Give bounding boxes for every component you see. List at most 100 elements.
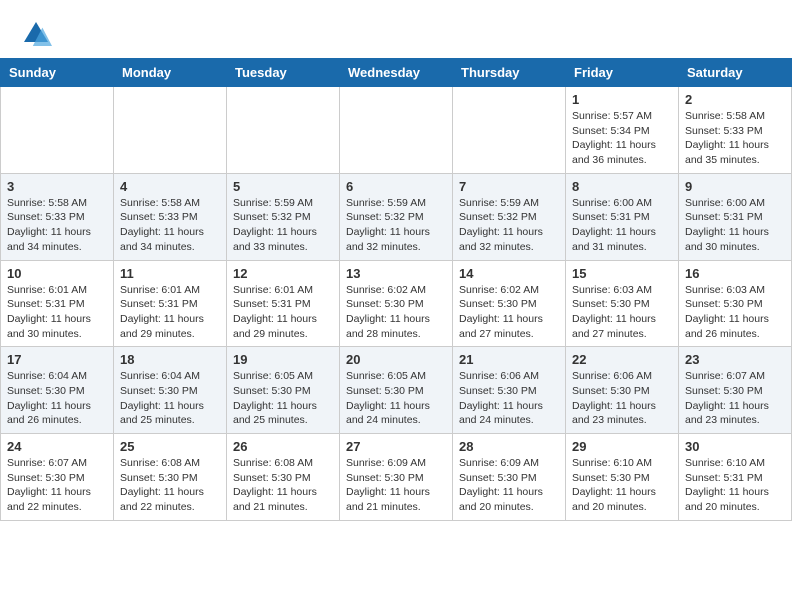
day-info: Sunrise: 6:08 AMSunset: 5:30 PMDaylight:… bbox=[233, 456, 333, 515]
calendar-week-row: 1 Sunrise: 5:57 AMSunset: 5:34 PMDaylight… bbox=[1, 87, 792, 174]
calendar-cell: 3 Sunrise: 5:58 AMSunset: 5:33 PMDaylight… bbox=[1, 173, 114, 260]
day-info: Sunrise: 6:01 AMSunset: 5:31 PMDaylight:… bbox=[7, 283, 107, 342]
day-number: 22 bbox=[572, 352, 672, 367]
day-info: Sunrise: 6:04 AMSunset: 5:30 PMDaylight:… bbox=[7, 369, 107, 428]
calendar-cell: 13 Sunrise: 6:02 AMSunset: 5:30 PMDayligh… bbox=[340, 260, 453, 347]
day-number: 27 bbox=[346, 439, 446, 454]
calendar-cell bbox=[114, 87, 227, 174]
day-info: Sunrise: 5:59 AMSunset: 5:32 PMDaylight:… bbox=[233, 196, 333, 255]
calendar-cell: 7 Sunrise: 5:59 AMSunset: 5:32 PMDaylight… bbox=[453, 173, 566, 260]
calendar-week-row: 17 Sunrise: 6:04 AMSunset: 5:30 PMDayligh… bbox=[1, 347, 792, 434]
calendar-cell: 14 Sunrise: 6:02 AMSunset: 5:30 PMDayligh… bbox=[453, 260, 566, 347]
calendar-cell bbox=[340, 87, 453, 174]
calendar-cell: 20 Sunrise: 6:05 AMSunset: 5:30 PMDayligh… bbox=[340, 347, 453, 434]
day-number: 7 bbox=[459, 179, 559, 194]
day-info: Sunrise: 6:03 AMSunset: 5:30 PMDaylight:… bbox=[572, 283, 672, 342]
day-number: 21 bbox=[459, 352, 559, 367]
calendar-cell: 6Sunrise: 5:59 AMSunset: 5:32 PMDaylight… bbox=[340, 173, 453, 260]
day-info: Sunrise: 5:59 AMSunset: 5:32 PMDaylight:… bbox=[459, 196, 559, 255]
day-info: Sunrise: 6:09 AMSunset: 5:30 PMDaylight:… bbox=[459, 456, 559, 515]
day-info: Sunrise: 5:58 AMSunset: 5:33 PMDaylight:… bbox=[685, 109, 785, 168]
day-info: Sunrise: 6:03 AMSunset: 5:30 PMDaylight:… bbox=[685, 283, 785, 342]
day-info: Sunrise: 6:10 AMSunset: 5:31 PMDaylight:… bbox=[685, 456, 785, 515]
calendar-cell: 28 Sunrise: 6:09 AMSunset: 5:30 PMDayligh… bbox=[453, 434, 566, 521]
day-number: 2 bbox=[685, 92, 785, 107]
day-info: Sunrise: 6:05 AMSunset: 5:30 PMDaylight:… bbox=[346, 369, 446, 428]
weekday-header-thursday: Thursday bbox=[453, 59, 566, 87]
calendar-week-row: 24Sunrise: 6:07 AMSunset: 5:30 PMDayligh… bbox=[1, 434, 792, 521]
calendar-cell: 24Sunrise: 6:07 AMSunset: 5:30 PMDayligh… bbox=[1, 434, 114, 521]
weekday-header-friday: Friday bbox=[566, 59, 679, 87]
calendar-cell: 2 Sunrise: 5:58 AMSunset: 5:33 PMDaylight… bbox=[679, 87, 792, 174]
day-number: 3 bbox=[7, 179, 107, 194]
calendar-cell: 1 Sunrise: 5:57 AMSunset: 5:34 PMDaylight… bbox=[566, 87, 679, 174]
day-number: 18 bbox=[120, 352, 220, 367]
calendar-cell bbox=[1, 87, 114, 174]
weekday-header-sunday: Sunday bbox=[1, 59, 114, 87]
calendar-cell: 16 Sunrise: 6:03 AMSunset: 5:30 PMDayligh… bbox=[679, 260, 792, 347]
day-info: Sunrise: 5:58 AMSunset: 5:33 PMDaylight:… bbox=[7, 196, 107, 255]
day-number: 20 bbox=[346, 352, 446, 367]
calendar-cell: 12Sunrise: 6:01 AMSunset: 5:31 PMDayligh… bbox=[227, 260, 340, 347]
logo-icon bbox=[20, 18, 52, 50]
day-info: Sunrise: 6:08 AMSunset: 5:30 PMDaylight:… bbox=[120, 456, 220, 515]
day-number: 8 bbox=[572, 179, 672, 194]
day-number: 28 bbox=[459, 439, 559, 454]
calendar-cell: 17 Sunrise: 6:04 AMSunset: 5:30 PMDayligh… bbox=[1, 347, 114, 434]
calendar-cell: 15Sunrise: 6:03 AMSunset: 5:30 PMDayligh… bbox=[566, 260, 679, 347]
day-number: 10 bbox=[7, 266, 107, 281]
calendar-cell: 30 Sunrise: 6:10 AMSunset: 5:31 PMDayligh… bbox=[679, 434, 792, 521]
weekday-header-monday: Monday bbox=[114, 59, 227, 87]
day-info: Sunrise: 6:10 AMSunset: 5:30 PMDaylight:… bbox=[572, 456, 672, 515]
day-number: 1 bbox=[572, 92, 672, 107]
day-info: Sunrise: 6:06 AMSunset: 5:30 PMDaylight:… bbox=[572, 369, 672, 428]
day-number: 13 bbox=[346, 266, 446, 281]
page-header bbox=[0, 0, 792, 58]
calendar-cell bbox=[453, 87, 566, 174]
day-info: Sunrise: 5:58 AMSunset: 5:33 PMDaylight:… bbox=[120, 196, 220, 255]
calendar-cell: 8 Sunrise: 6:00 AMSunset: 5:31 PMDaylight… bbox=[566, 173, 679, 260]
calendar-cell: 19 Sunrise: 6:05 AMSunset: 5:30 PMDayligh… bbox=[227, 347, 340, 434]
day-number: 12 bbox=[233, 266, 333, 281]
day-info: Sunrise: 6:00 AMSunset: 5:31 PMDaylight:… bbox=[572, 196, 672, 255]
day-number: 17 bbox=[7, 352, 107, 367]
weekday-header-row: SundayMondayTuesdayWednesdayThursdayFrid… bbox=[1, 59, 792, 87]
calendar-table: SundayMondayTuesdayWednesdayThursdayFrid… bbox=[0, 58, 792, 521]
calendar-cell: 4 Sunrise: 5:58 AMSunset: 5:33 PMDaylight… bbox=[114, 173, 227, 260]
day-number: 9 bbox=[685, 179, 785, 194]
calendar-week-row: 10 Sunrise: 6:01 AMSunset: 5:31 PMDayligh… bbox=[1, 260, 792, 347]
day-info: Sunrise: 6:05 AMSunset: 5:30 PMDaylight:… bbox=[233, 369, 333, 428]
calendar-cell bbox=[227, 87, 340, 174]
logo bbox=[20, 18, 56, 50]
calendar-cell: 26 Sunrise: 6:08 AMSunset: 5:30 PMDayligh… bbox=[227, 434, 340, 521]
weekday-header-saturday: Saturday bbox=[679, 59, 792, 87]
day-number: 14 bbox=[459, 266, 559, 281]
day-info: Sunrise: 6:06 AMSunset: 5:30 PMDaylight:… bbox=[459, 369, 559, 428]
calendar-cell: 27 Sunrise: 6:09 AMSunset: 5:30 PMDayligh… bbox=[340, 434, 453, 521]
day-number: 16 bbox=[685, 266, 785, 281]
day-info: Sunrise: 6:02 AMSunset: 5:30 PMDaylight:… bbox=[459, 283, 559, 342]
calendar-cell: 10 Sunrise: 6:01 AMSunset: 5:31 PMDayligh… bbox=[1, 260, 114, 347]
day-info: Sunrise: 5:57 AMSunset: 5:34 PMDaylight:… bbox=[572, 109, 672, 168]
day-info: Sunrise: 6:01 AMSunset: 5:31 PMDaylight:… bbox=[120, 283, 220, 342]
day-number: 5 bbox=[233, 179, 333, 194]
day-info: Sunrise: 6:09 AMSunset: 5:30 PMDaylight:… bbox=[346, 456, 446, 515]
calendar-cell: 11 Sunrise: 6:01 AMSunset: 5:31 PMDayligh… bbox=[114, 260, 227, 347]
day-number: 25 bbox=[120, 439, 220, 454]
day-number: 4 bbox=[120, 179, 220, 194]
day-number: 23 bbox=[685, 352, 785, 367]
day-number: 11 bbox=[120, 266, 220, 281]
day-number: 19 bbox=[233, 352, 333, 367]
day-info: Sunrise: 5:59 AMSunset: 5:32 PMDaylight:… bbox=[346, 196, 446, 255]
day-number: 26 bbox=[233, 439, 333, 454]
day-info: Sunrise: 6:02 AMSunset: 5:30 PMDaylight:… bbox=[346, 283, 446, 342]
calendar-cell: 23Sunrise: 6:07 AMSunset: 5:30 PMDayligh… bbox=[679, 347, 792, 434]
calendar-cell: 18 Sunrise: 6:04 AMSunset: 5:30 PMDayligh… bbox=[114, 347, 227, 434]
day-info: Sunrise: 6:07 AMSunset: 5:30 PMDaylight:… bbox=[7, 456, 107, 515]
calendar-cell: 9 Sunrise: 6:00 AMSunset: 5:31 PMDaylight… bbox=[679, 173, 792, 260]
calendar-cell: 5 Sunrise: 5:59 AMSunset: 5:32 PMDaylight… bbox=[227, 173, 340, 260]
calendar-cell: 21 Sunrise: 6:06 AMSunset: 5:30 PMDayligh… bbox=[453, 347, 566, 434]
day-number: 30 bbox=[685, 439, 785, 454]
day-info: Sunrise: 6:00 AMSunset: 5:31 PMDaylight:… bbox=[685, 196, 785, 255]
day-info: Sunrise: 6:04 AMSunset: 5:30 PMDaylight:… bbox=[120, 369, 220, 428]
